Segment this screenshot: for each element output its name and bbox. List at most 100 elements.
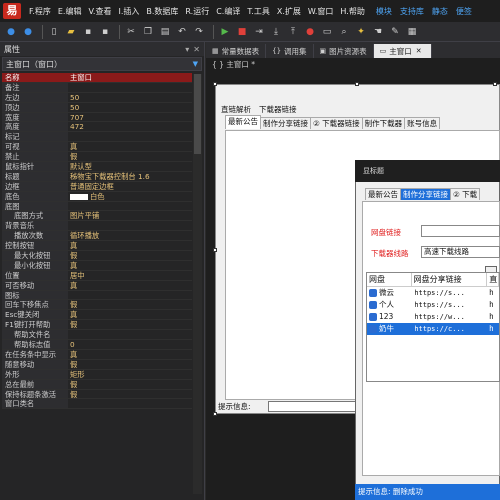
menu-item[interactable]: T.工具 <box>247 6 269 17</box>
breakpoint-icon[interactable]: ● <box>303 25 317 39</box>
property-row[interactable]: 底色 白色 <box>2 191 192 202</box>
close-icon[interactable]: ✕ <box>193 45 200 54</box>
property-row[interactable]: 宽度 707 <box>2 112 192 123</box>
property-row[interactable]: 边框 普通固定边框 <box>2 181 192 192</box>
extra-menu-item[interactable]: 便签 <box>456 6 472 17</box>
property-value[interactable]: 真 <box>68 350 192 359</box>
menu-item[interactable]: W.窗口 <box>308 6 334 17</box>
bookmark-icon[interactable]: ▭ <box>320 25 334 39</box>
property-row[interactable]: 底图 <box>2 201 192 212</box>
menu-item[interactable]: R.运行 <box>185 6 209 17</box>
extra-menu-item[interactable]: 静态 <box>432 6 448 17</box>
copy-icon[interactable]: ❐ <box>141 25 155 39</box>
resize-handle[interactable] <box>213 248 217 252</box>
property-value[interactable]: 假 <box>68 360 192 369</box>
paste-icon[interactable]: ▤ <box>158 25 172 39</box>
property-value[interactable]: 假 <box>68 390 192 399</box>
property-value[interactable]: 真 <box>68 310 192 319</box>
menu-item[interactable]: E.编辑 <box>58 6 82 17</box>
property-value[interactable]: 矩形 <box>68 370 192 379</box>
property-row[interactable]: 背景音乐 <box>2 221 192 232</box>
property-value[interactable]: 0 <box>68 340 192 349</box>
property-row[interactable]: 高度 472 <box>2 122 192 133</box>
pin-icon[interactable]: ▾ <box>185 45 189 54</box>
cut-icon[interactable]: ✂ <box>124 25 138 39</box>
property-value[interactable] <box>68 330 192 339</box>
property-row[interactable]: 左边 50 <box>2 92 192 103</box>
menu-item[interactable]: H.帮助 <box>340 6 364 17</box>
property-row[interactable]: 随意移动假 <box>2 359 192 370</box>
property-row[interactable]: 总在最前假 <box>2 379 192 390</box>
property-value[interactable]: 循环播放 <box>68 231 192 240</box>
redo-icon[interactable]: ↷ <box>192 25 206 39</box>
document-tab[interactable]: ▣ 图片资源表 <box>314 44 374 58</box>
new-icon[interactable]: ▯ <box>47 25 61 39</box>
open-icon[interactable]: ▰ <box>64 25 78 39</box>
form-status-field[interactable] <box>268 401 358 412</box>
property-value[interactable]: 真 <box>68 281 192 290</box>
menu-item[interactable]: C.编译 <box>216 6 240 17</box>
lightbulb-icon[interactable]: ✦ <box>354 25 368 39</box>
property-row[interactable]: 鼠标指针 默认型 <box>2 162 192 172</box>
property-value[interactable]: 真 <box>68 261 192 270</box>
list-item[interactable]: 微云 https://s... h <box>367 287 499 299</box>
menu-item[interactable]: F.程序 <box>29 6 51 17</box>
resize-handle[interactable] <box>493 82 497 86</box>
property-value[interactable] <box>68 291 192 300</box>
property-value[interactable] <box>68 132 192 141</box>
chevron-down-icon[interactable]: ▼ <box>193 60 198 68</box>
property-row[interactable]: 帮助文件名 <box>2 330 192 341</box>
property-value[interactable]: 707 <box>68 113 192 122</box>
property-value[interactable]: 472 <box>68 122 192 131</box>
property-value[interactable] <box>68 221 192 230</box>
resize-handle[interactable] <box>213 412 217 416</box>
property-row[interactable]: 最小化按钮真 <box>2 260 192 271</box>
object-selector[interactable]: 主窗口（窗口） ▼ <box>2 57 202 71</box>
preview-tab[interactable]: 制作分享链接 <box>400 188 451 200</box>
property-value[interactable]: 50 <box>68 103 192 112</box>
list-column-header[interactable]: 网盘 <box>367 273 412 286</box>
property-value[interactable]: 真 <box>68 241 192 250</box>
form-tab[interactable]: 账号信息 <box>404 117 441 129</box>
property-row[interactable]: F1键打开帮助假 <box>2 320 192 331</box>
property-row[interactable]: 在任务条中显示真 <box>2 349 192 360</box>
back-icon[interactable]: ● <box>4 25 18 39</box>
close-icon[interactable]: ✕ <box>416 47 422 55</box>
form-tab[interactable]: 最新公告 <box>225 115 261 129</box>
property-row[interactable]: 标题 秭物宝下载器控制台 1.6 <box>2 171 192 182</box>
forward-icon[interactable]: ● <box>21 25 35 39</box>
property-row[interactable]: 位置 居中 <box>2 270 192 281</box>
list-column-header[interactable]: 直 <box>487 273 499 286</box>
property-scrollbar-thumb[interactable] <box>194 74 201 154</box>
download-route-select[interactable]: 高速下载线路 <box>421 246 500 258</box>
document-tab[interactable]: {} 调用集 <box>266 44 314 58</box>
extra-menu-item[interactable]: 支持库 <box>400 6 424 17</box>
form-tab[interactable]: 制作下载器 <box>361 117 406 129</box>
menu-item[interactable]: I.插入 <box>118 6 139 17</box>
form-tab[interactable]: 制作分享链接 <box>260 117 311 129</box>
list-item[interactable]: 123 https://w... h <box>367 311 499 323</box>
property-row[interactable]: 控制按钮真 <box>2 241 192 252</box>
grid-icon[interactable]: ▦ <box>405 25 419 39</box>
save-icon[interactable]: ▪ <box>81 25 95 39</box>
property-value[interactable]: 假 <box>68 300 192 309</box>
property-value[interactable]: 默认型 <box>68 162 192 171</box>
list-column-header[interactable]: 网盘分享链接 <box>412 273 488 286</box>
menu-item[interactable]: X.扩展 <box>277 6 301 17</box>
property-value[interactable]: 50 <box>68 93 192 102</box>
undo-icon[interactable]: ↶ <box>175 25 189 39</box>
property-row[interactable]: 禁止假 <box>2 152 192 163</box>
property-value[interactable]: 假 <box>68 251 192 260</box>
list-item[interactable]: 个人 https://s... h <box>367 299 499 311</box>
property-row[interactable]: 图标 <box>2 290 192 301</box>
stop-icon[interactable]: ■ <box>235 25 249 39</box>
step-icon[interactable]: ⇥ <box>252 25 266 39</box>
property-value[interactable]: 主窗口 <box>68 73 192 82</box>
property-row[interactable]: 保持标题条激活假 <box>2 389 192 400</box>
run-icon[interactable]: ▶ <box>218 25 232 39</box>
resize-handle[interactable] <box>355 82 359 86</box>
property-row[interactable]: Esc键关闭真 <box>2 310 192 321</box>
property-row[interactable]: 外形 矩形 <box>2 369 192 380</box>
property-row[interactable]: 可视真 <box>2 142 192 153</box>
property-value[interactable]: 白色 <box>68 192 192 201</box>
